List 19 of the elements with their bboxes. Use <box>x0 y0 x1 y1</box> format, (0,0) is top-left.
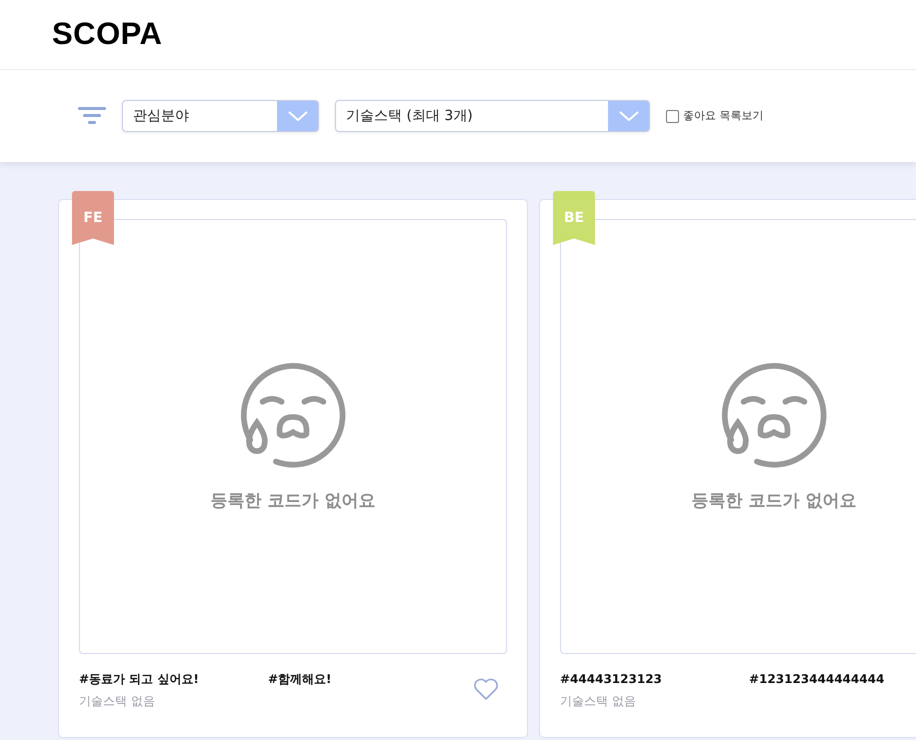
category-ribbon: FE <box>72 191 114 245</box>
chevron-down-icon <box>288 111 308 121</box>
hashtag: #함께해요! <box>268 671 333 688</box>
heart-icon[interactable] <box>473 678 499 701</box>
checkbox-label[interactable]: 좋아요 목록보기 <box>683 108 764 124</box>
logo[interactable]: SCOPA <box>52 11 162 58</box>
checkbox[interactable] <box>666 110 679 122</box>
tech-stack-text: 기술스택 없음 <box>79 693 156 710</box>
hashtag: #123123444444444 <box>749 671 886 688</box>
hashtag: #44443123123 <box>560 671 663 688</box>
tech-stack-text: 기술스택 없음 <box>560 693 637 710</box>
chevron-down-icon <box>618 111 638 121</box>
hashtag: #동료가 되고 싶어요! <box>79 671 200 688</box>
filter-icon[interactable] <box>78 107 106 125</box>
empty-message: 등록한 코드가 없어요 <box>692 490 856 513</box>
empty-message: 등록한 코드가 없어요 <box>210 490 376 513</box>
tech-stack-dropdown[interactable]: 기술스택 (최대 3개) <box>335 100 650 132</box>
interest-dropdown[interactable]: 관심분야 <box>122 100 319 132</box>
category-ribbon: BE <box>553 191 595 245</box>
